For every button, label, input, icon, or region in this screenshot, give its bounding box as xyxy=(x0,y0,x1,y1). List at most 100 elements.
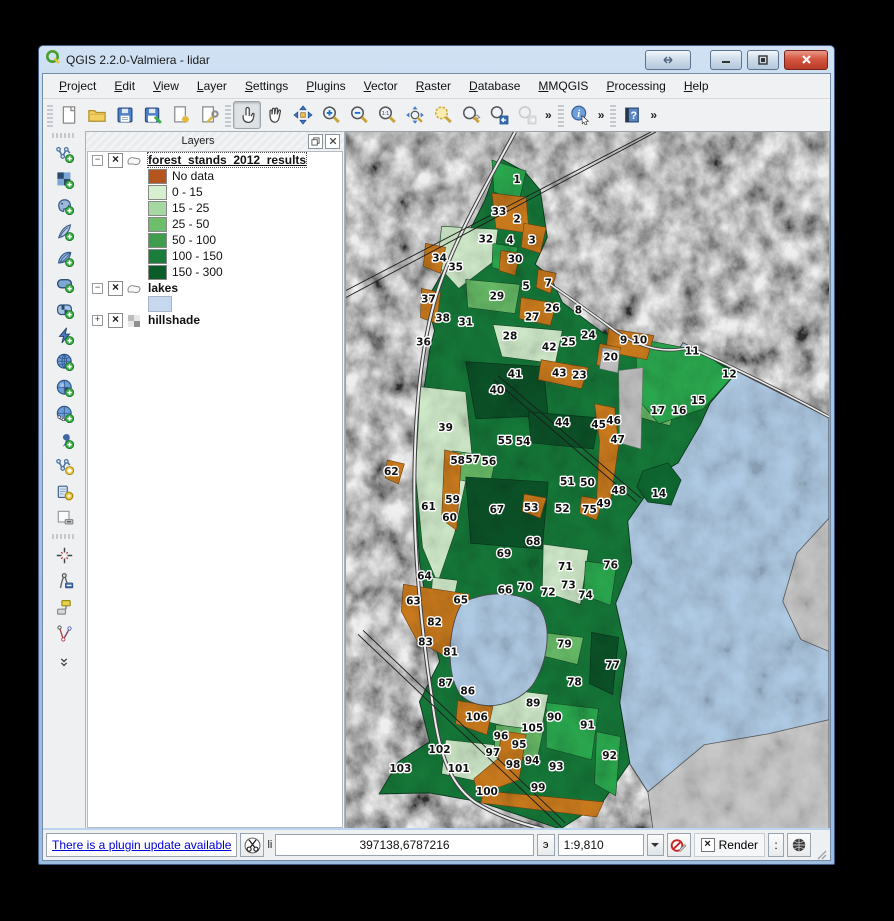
resize-grip[interactable] xyxy=(814,847,827,860)
new-print-composer-button[interactable] xyxy=(167,101,195,129)
pan-map-button[interactable] xyxy=(261,101,289,129)
language-switch-button[interactable] xyxy=(645,50,691,70)
add-spatialite-layer-button[interactable] xyxy=(51,219,77,244)
stand-label-42: 42 xyxy=(542,342,557,354)
zoom-full-button[interactable] xyxy=(401,101,429,129)
toolbar-drag-handle[interactable] xyxy=(52,133,76,138)
save-project-as-button[interactable] xyxy=(139,101,167,129)
composer-manager-button[interactable] xyxy=(195,101,223,129)
add-raster-layer-button[interactable] xyxy=(51,167,77,192)
add-delimited-text-layer-button[interactable] xyxy=(51,427,77,452)
plugin-update-link[interactable]: There is a plugin update available xyxy=(52,838,231,852)
help-contents-button[interactable]: ? xyxy=(618,101,646,129)
menu-plugins[interactable]: Plugins xyxy=(298,76,353,96)
stand-label-1: 1 xyxy=(513,174,520,186)
toolbar-drag-handle[interactable] xyxy=(558,103,564,127)
minimize-button[interactable] xyxy=(710,50,742,70)
add-sqlanywhere-layer-button[interactable] xyxy=(51,323,77,348)
render-toggle[interactable]: × Render xyxy=(694,833,765,857)
scale-dropdown-icon[interactable] xyxy=(647,834,664,856)
coordinate-input[interactable]: 397138,6787216 xyxy=(275,834,533,856)
expander-icon[interactable]: − xyxy=(92,155,103,166)
toolbar-overflow-button[interactable]: » xyxy=(646,108,661,122)
menu-help[interactable]: Help xyxy=(676,76,717,96)
zoom-out-button[interactable] xyxy=(345,101,373,129)
stand-label-35: 35 xyxy=(448,261,463,273)
render-checkbox[interactable]: × xyxy=(701,838,715,852)
menu-raster[interactable]: Raster xyxy=(408,76,459,96)
layer-visibility-checkbox[interactable]: × xyxy=(108,313,123,328)
window-body: ProjectEditViewLayerSettingsPluginsVecto… xyxy=(42,73,831,861)
add-oracle-layer-button[interactable] xyxy=(51,271,77,296)
close-button[interactable] xyxy=(784,50,828,70)
touch-zoom-and-pan-button[interactable] xyxy=(233,101,261,129)
add-oracle-georaster-layer-button[interactable] xyxy=(51,297,77,322)
stand-label-43: 43 xyxy=(552,368,567,380)
stand-label-30: 30 xyxy=(508,253,523,265)
maximize-button[interactable] xyxy=(747,50,779,70)
extent-toggle-button[interactable]: э xyxy=(537,834,555,856)
menu-vector[interactable]: Vector xyxy=(356,76,406,96)
title-bar[interactable]: QGIS 2.2.0-Valmiera - lidar xyxy=(39,46,834,73)
layer-name[interactable]: forest_stands_2012_results xyxy=(148,153,306,167)
move-label-button[interactable] xyxy=(51,595,77,620)
layer-name[interactable]: hillshade xyxy=(148,313,200,327)
dock-float-icon[interactable] xyxy=(308,134,323,149)
add-wcs-layer-button[interactable] xyxy=(51,375,77,400)
dock-close-icon[interactable] xyxy=(325,134,340,149)
menu-edit[interactable]: Edit xyxy=(106,76,143,96)
scale-combobox[interactable]: 1:9,810 xyxy=(558,834,644,856)
crs-status-icon[interactable] xyxy=(787,833,811,857)
labeling-options-button[interactable] xyxy=(51,543,77,568)
new-project-button[interactable] xyxy=(55,101,83,129)
zoom-to-layer-button[interactable] xyxy=(457,101,485,129)
menu-settings[interactable]: Settings xyxy=(237,76,296,96)
layer-name[interactable]: lakes xyxy=(148,281,178,295)
pan-to-selection-button[interactable] xyxy=(289,101,317,129)
toolbar-drag-handle[interactable] xyxy=(610,103,616,127)
zoom-last-button[interactable] xyxy=(485,101,513,129)
menu-processing[interactable]: Processing xyxy=(598,76,673,96)
new-shapefile-layer-button[interactable] xyxy=(51,453,77,478)
stop-render-icon[interactable] xyxy=(667,833,691,857)
remove-layer-button[interactable] xyxy=(51,505,77,530)
expander-icon[interactable]: + xyxy=(92,315,103,326)
cad-tools-button[interactable] xyxy=(51,569,77,594)
layer-row-hillshade[interactable]: + × hillshade xyxy=(88,312,342,328)
layer-visibility-checkbox[interactable]: × xyxy=(108,281,123,296)
zoom-in-button[interactable] xyxy=(317,101,345,129)
add-vector-layer-button[interactable] xyxy=(51,141,77,166)
zoom-native-button[interactable]: 1:1 xyxy=(373,101,401,129)
save-project-button[interactable] xyxy=(111,101,139,129)
zoom-next-button[interactable] xyxy=(513,101,541,129)
map-canvas[interactable]: 1332324330343557372926827383136282425910… xyxy=(345,131,830,830)
menu-project[interactable]: Project xyxy=(51,76,104,96)
zoom-to-selection-button[interactable] xyxy=(429,101,457,129)
menu-database[interactable]: Database xyxy=(461,76,528,96)
add-postgis-layer-button[interactable] xyxy=(51,193,77,218)
toolbar-drag-handle[interactable] xyxy=(47,103,53,127)
toolbar-overflow-button[interactable]: » xyxy=(594,108,609,122)
open-project-button[interactable] xyxy=(83,101,111,129)
check-geometries-button[interactable] xyxy=(51,621,77,646)
plugin-scissors-icon[interactable] xyxy=(240,833,264,857)
menu-mmqgis[interactable]: MMQGIS xyxy=(530,76,596,96)
layer-row-lakes[interactable]: −× lakes xyxy=(88,280,342,296)
stand-label-44: 44 xyxy=(555,417,570,429)
add-wms-layer-button[interactable] xyxy=(51,349,77,374)
toolbar-more-button[interactable] xyxy=(51,649,77,674)
menu-layer[interactable]: Layer xyxy=(189,76,235,96)
messages-button[interactable]: : xyxy=(768,833,784,857)
toolbar-drag-handle[interactable] xyxy=(225,103,231,127)
toolbar-overflow-button[interactable]: » xyxy=(541,108,556,122)
add-mssql-layer-button[interactable] xyxy=(51,245,77,270)
render-label: Render xyxy=(719,838,758,852)
new-spatialite-layer-button[interactable] xyxy=(51,479,77,504)
menu-view[interactable]: View xyxy=(145,76,187,96)
layers-dock-titlebar[interactable]: Layers xyxy=(86,132,344,150)
expander-icon[interactable]: − xyxy=(92,283,103,294)
add-wfs-layer-button[interactable] xyxy=(51,401,77,426)
layer-row-forest_stands_2012_results[interactable]: −× forest_stands_2012_results xyxy=(88,152,342,168)
identify-features-button[interactable]: i xyxy=(566,101,594,129)
layer-visibility-checkbox[interactable]: × xyxy=(108,153,123,168)
